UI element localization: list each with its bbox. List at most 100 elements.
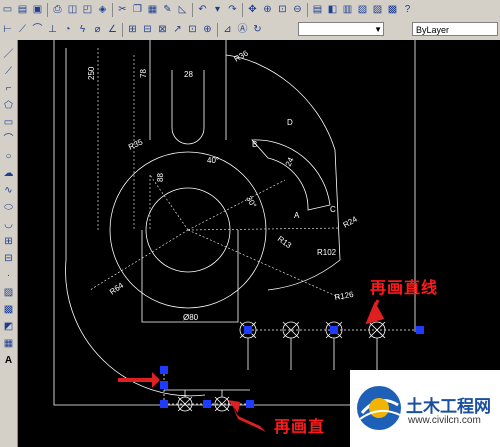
grip-handle[interactable] bbox=[160, 400, 168, 408]
print-preview-icon[interactable]: ◫ bbox=[66, 3, 79, 17]
zoom-window-icon[interactable]: ⊡ bbox=[276, 3, 289, 17]
toolbar-separator bbox=[112, 3, 113, 17]
dimension-update-icon[interactable]: ↻ bbox=[251, 23, 264, 37]
dimension-edit-icon[interactable]: ⊿ bbox=[221, 23, 234, 37]
aligned-dimension-icon[interactable]: ⟋ bbox=[16, 23, 29, 37]
watermark-logo: 土木工程网 www.civilcn.com bbox=[350, 370, 500, 447]
border-line bbox=[53, 40, 350, 406]
jogged-icon[interactable]: ϟ bbox=[76, 23, 89, 37]
continue-icon[interactable]: ⊠ bbox=[156, 23, 169, 37]
ellipse-icon[interactable]: ⬭ bbox=[2, 201, 15, 214]
ellipse-arc-icon[interactable]: ◡ bbox=[2, 218, 15, 231]
multiline-text-icon[interactable]: A bbox=[2, 354, 15, 367]
dim-label: R102 bbox=[317, 248, 337, 257]
revision-cloud-icon[interactable]: ☁ bbox=[2, 167, 15, 180]
hatch-icon[interactable]: ▨ bbox=[2, 286, 15, 299]
redo-icon[interactable]: ↷ bbox=[226, 3, 239, 17]
rectangle-icon[interactable]: ▭ bbox=[2, 116, 15, 129]
polyline-icon[interactable]: ⌐ bbox=[2, 82, 15, 95]
insert-block-icon[interactable]: ⊞ bbox=[2, 235, 15, 248]
tool-palettes-icon[interactable]: ▥ bbox=[341, 3, 354, 17]
layer-combo-value: ByLayer bbox=[416, 25, 450, 35]
dim-label: R24 bbox=[342, 214, 360, 229]
linear-dimension-icon[interactable]: ⊢ bbox=[1, 23, 14, 37]
point-icon[interactable]: · bbox=[2, 269, 15, 282]
grip-handle[interactable] bbox=[160, 381, 168, 389]
boss-outline bbox=[149, 40, 227, 140]
ordinate-icon[interactable]: ⊥ bbox=[46, 23, 59, 37]
3d-dwf-icon[interactable]: ◈ bbox=[96, 3, 109, 17]
make-block-icon[interactable]: ⊟ bbox=[2, 252, 15, 265]
grip-handle[interactable] bbox=[160, 366, 168, 374]
angular-icon[interactable]: ∠ bbox=[106, 23, 119, 37]
radius-icon[interactable]: ◔ bbox=[61, 23, 74, 37]
undo-dropdown-icon[interactable]: ▾ bbox=[211, 3, 224, 17]
grip-handle[interactable] bbox=[203, 400, 211, 408]
circle-icon[interactable]: ○ bbox=[2, 150, 15, 163]
block-editor-icon[interactable]: ◺ bbox=[176, 3, 189, 17]
arc-icon[interactable]: ⌒ bbox=[2, 133, 15, 146]
callout-top: 再画直线 bbox=[370, 278, 439, 297]
dimension-line bbox=[89, 229, 189, 291]
baseline-icon[interactable]: ⊟ bbox=[141, 23, 154, 37]
grip-handle[interactable] bbox=[416, 326, 424, 334]
selected-line-top[interactable] bbox=[239, 321, 424, 370]
table-icon[interactable]: ▦ bbox=[2, 337, 15, 350]
dim-label: 88 bbox=[156, 173, 165, 182]
line-icon[interactable]: ／ bbox=[2, 48, 15, 61]
open-file-icon[interactable]: ▤ bbox=[16, 3, 29, 17]
dimension-text-edit-icon[interactable]: Ⓐ bbox=[236, 23, 249, 37]
dim-label: 250 bbox=[87, 66, 96, 80]
gradient-icon[interactable]: ▩ bbox=[2, 303, 15, 316]
cut-icon[interactable]: ✂ bbox=[116, 3, 129, 17]
match-properties-icon[interactable]: ✎ bbox=[161, 3, 174, 17]
layer-combo[interactable]: ByLayer bbox=[412, 22, 498, 36]
region-icon[interactable]: ◩ bbox=[2, 320, 15, 333]
selected-line-bottom[interactable] bbox=[160, 366, 254, 412]
publish-icon[interactable]: ◰ bbox=[81, 3, 94, 17]
diameter-icon[interactable]: ⌀ bbox=[91, 23, 104, 37]
quick-dimension-icon[interactable]: ⊞ bbox=[126, 23, 139, 37]
spline-icon[interactable]: ∿ bbox=[2, 184, 15, 197]
dimension-style-combo[interactable]: ▼ bbox=[298, 22, 384, 36]
polygon-icon[interactable]: ⬠ bbox=[2, 99, 15, 112]
design-center-icon[interactable]: ◧ bbox=[326, 3, 339, 17]
watermark-url: www.civilcn.com bbox=[408, 415, 481, 426]
chevron-down-icon: ▼ bbox=[374, 25, 382, 34]
markup-icon[interactable]: ▨ bbox=[371, 3, 384, 17]
dim-label: Ø80 bbox=[183, 313, 199, 322]
pan-icon[interactable]: ✥ bbox=[246, 3, 259, 17]
dim-label: R35 bbox=[127, 137, 145, 152]
save-icon[interactable]: ▣ bbox=[31, 3, 44, 17]
standard-toolbar: ▭ ▤ ▣ ⎙ ◫ ◰ ◈ ✂ ❐ ▦ ✎ ◺ ↶ ▾ ↷ ✥ ⊕ ⊡ ⊖ ▤ … bbox=[0, 0, 500, 21]
quick-leader-icon[interactable]: ↗ bbox=[171, 23, 184, 37]
grip-handle[interactable] bbox=[244, 326, 252, 334]
toolbar-separator bbox=[192, 3, 193, 17]
watermark-name: 土木工程网 bbox=[406, 397, 491, 417]
grip-handle[interactable] bbox=[246, 400, 254, 408]
new-file-icon[interactable]: ▭ bbox=[1, 3, 14, 17]
sheet-set-icon[interactable]: ▧ bbox=[356, 3, 369, 17]
tolerance-icon[interactable]: ⊡ bbox=[186, 23, 199, 37]
toolbar-separator bbox=[122, 23, 123, 37]
construction-line-icon[interactable]: ⟋ bbox=[2, 65, 15, 78]
grip-handle[interactable] bbox=[330, 326, 338, 334]
dim-label: R13 bbox=[276, 234, 294, 250]
print-icon[interactable]: ⎙ bbox=[51, 3, 64, 17]
toolbar-separator bbox=[307, 3, 308, 17]
callout-bottom: 再画直 bbox=[274, 417, 326, 436]
paste-icon[interactable]: ▦ bbox=[146, 3, 159, 17]
copy-icon[interactable]: ❐ bbox=[131, 3, 144, 17]
zoom-realtime-icon[interactable]: ⊕ bbox=[261, 3, 274, 17]
dim-label: 78 bbox=[139, 69, 148, 78]
dim-label: 30° bbox=[244, 195, 258, 210]
help-icon[interactable]: ? bbox=[401, 3, 414, 17]
undo-icon[interactable]: ↶ bbox=[196, 3, 209, 17]
properties-icon[interactable]: ▤ bbox=[311, 3, 324, 17]
calculator-icon[interactable]: ▩ bbox=[386, 3, 399, 17]
dim-label: R126 bbox=[334, 290, 355, 302]
point-label: D bbox=[287, 118, 293, 127]
arc-length-icon[interactable]: ⌒ bbox=[31, 23, 44, 37]
zoom-previous-icon[interactable]: ⊖ bbox=[291, 3, 304, 17]
center-mark-icon[interactable]: ⊕ bbox=[201, 23, 214, 37]
